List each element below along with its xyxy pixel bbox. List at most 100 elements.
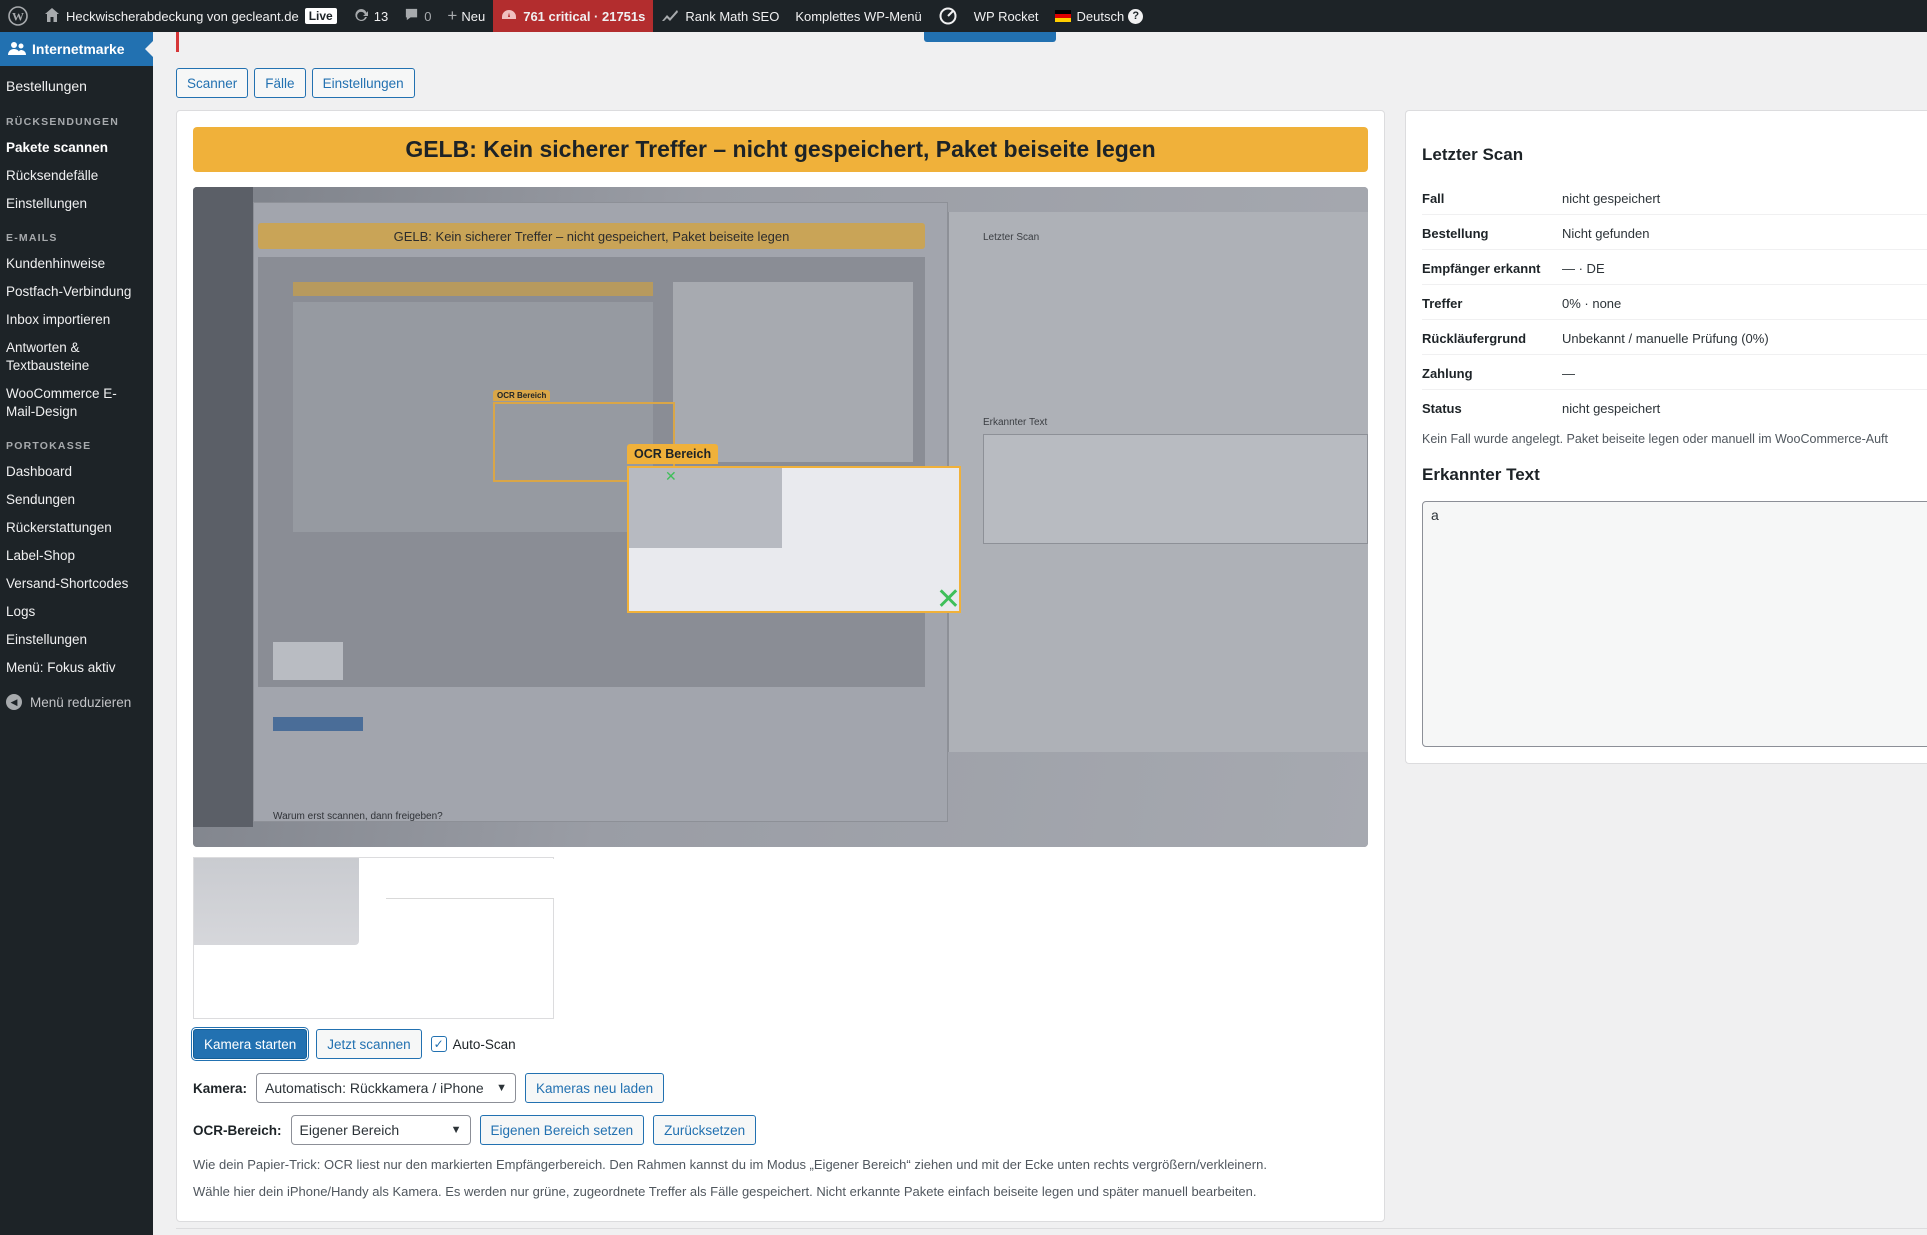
feed-inner-side-reflection [673, 282, 913, 462]
scanner-tabs: Scanner Fälle Einstellungen [176, 68, 415, 98]
collapse-menu-button[interactable]: ◀ Menü reduzieren [0, 686, 153, 718]
last-scan-note: Kein Fall wurde angelegt. Paket beiseite… [1422, 432, 1888, 446]
sidebar-item-ruecksendefaelle[interactable]: Rücksendefälle [0, 162, 153, 190]
performance-icon[interactable] [930, 0, 966, 32]
home-icon [44, 7, 60, 26]
scan-controls: Kamera starten Jetzt scannen ✓ Auto-Scan [193, 1029, 516, 1059]
sidebar-item-pakete-scannen[interactable]: Pakete scannen [0, 134, 153, 162]
tab-einstellungen[interactable]: Einstellungen [311, 68, 415, 98]
site-name-link[interactable]: Heckwischerabdeckung von gecleant.de Liv… [36, 0, 345, 32]
row-divider [1422, 319, 1927, 320]
ocr-area-select[interactable]: Eigener Bereich ▼ [290, 1115, 471, 1145]
feed-small-thumb-reflection [273, 642, 343, 680]
sidebar-item-sendungen[interactable]: Sendungen [0, 486, 153, 514]
wp-rocket-label: WP Rocket [973, 8, 1039, 24]
feed-sidebar-reflection [193, 187, 253, 827]
refresh-icon [353, 7, 369, 26]
sidebar-item-bestellungen[interactable]: Bestellungen [0, 72, 153, 100]
help-icon[interactable]: ? [1128, 8, 1144, 24]
resize-handle-icon[interactable]: ✕ [936, 585, 961, 615]
tab-scanner[interactable]: Scanner [176, 68, 249, 98]
feed-last-scan-reflection: Letzter Scan [983, 232, 1040, 243]
camera-feed[interactable]: GELB: Kein sicherer Treffer – nicht gesp… [193, 187, 1368, 847]
help-text-camera: Wähle hier dein iPhone/Handy als Kamera.… [193, 1184, 1257, 1199]
page-bottom-border [176, 1228, 1927, 1229]
wordpress-logo-icon[interactable]: W [0, 0, 36, 32]
start-camera-button[interactable]: Kamera starten [193, 1029, 308, 1059]
result-key: Rückläufergrund [1422, 331, 1527, 346]
german-flag-icon [1054, 10, 1071, 22]
updates-link[interactable]: 13 [345, 0, 396, 32]
result-key: Fall [1422, 191, 1445, 206]
reset-button[interactable]: Zurücksetzen [653, 1115, 757, 1145]
sidebar-item-kundenhinweise[interactable]: Kundenhinweise [0, 250, 153, 278]
sidebar-item-menu-fokus[interactable]: Menü: Fokus aktiv [0, 654, 153, 682]
row-divider [1422, 249, 1927, 250]
partial-notice-button[interactable] [924, 32, 1056, 42]
ocr-area-label: OCR Bereich [627, 444, 719, 464]
rank-math-label: Rank Math SEO [685, 8, 780, 24]
status-banner: GELB: Kein sicherer Treffer – nicht gesp… [193, 127, 1368, 172]
result-key: Status [1422, 401, 1462, 416]
feed-banner-reflection: GELB: Kein sicherer Treffer – nicht gesp… [258, 223, 925, 249]
comment-icon [404, 7, 419, 25]
reload-cameras-button[interactable]: Kameras neu laden [525, 1073, 665, 1103]
last-scan-title: Letzter Scan [1422, 145, 1524, 164]
feed-ocr-label-echo: OCR Bereich [493, 390, 551, 401]
sidebar-item-versand-shortcodes[interactable]: Versand-Shortcodes [0, 570, 153, 598]
result-value: 0% · none [1562, 296, 1622, 311]
plus-icon: + [447, 6, 458, 25]
sidebar-item-rueckerstattungen[interactable]: Rückerstattungen [0, 514, 153, 542]
result-row-bestellung: Bestellung Nicht gefunden [1422, 226, 1649, 241]
sidebar-heading-portokasse: PORTOKASSE [6, 440, 92, 452]
sidebar-item-dashboard[interactable]: Dashboard [0, 458, 153, 486]
ocr-area-controls: OCR-Bereich: Eigener Bereich ▼ Eigenen B… [193, 1115, 757, 1145]
sidebar-item-einstellungen-returns[interactable]: Einstellungen [0, 190, 153, 218]
collapse-menu-label: Menü reduzieren [30, 694, 132, 710]
sidebar-item-internetmarke[interactable]: Internetmarke [0, 32, 153, 66]
result-value: — · DE [1562, 261, 1605, 276]
ocr-area-select-value: Eigener Bereich [299, 1122, 400, 1138]
ocr-area-label-text: OCR-Bereich: [193, 1122, 282, 1138]
new-label: Neu [461, 8, 486, 24]
critical-status-link[interactable]: 761 critical · 21751s [493, 0, 654, 32]
result-value: nicht gespeichert [1562, 191, 1661, 206]
sidebar-heading-ruecksendungen: RÜCKSENDUNGEN [6, 116, 120, 128]
new-content-link[interactable]: + Neu [439, 0, 493, 32]
snapshot-preview [193, 857, 554, 1019]
sidebar-item-inbox-importieren[interactable]: Inbox importieren [0, 306, 153, 334]
tab-faelle[interactable]: Fälle [254, 68, 306, 98]
sidebar-item-antworten-textbausteine[interactable]: Antworten & Textbausteine [0, 334, 110, 380]
gauge-icon [501, 7, 517, 26]
comments-link[interactable]: 0 [396, 0, 439, 32]
auto-scan-checkbox[interactable]: ✓ [430, 1036, 447, 1052]
svg-text:W: W [12, 10, 24, 24]
ocr-selection-box[interactable]: ✕ ✕ [627, 466, 961, 615]
result-row-fall: Fall nicht gespeichert [1422, 191, 1660, 206]
sidebar-item-postfach-verbindung[interactable]: Postfach-Verbindung [0, 278, 153, 306]
scan-now-button[interactable]: Jetzt scannen [316, 1029, 422, 1059]
feed-controls-reflection [273, 717, 363, 731]
auto-scan-label: Auto-Scan [452, 1036, 516, 1052]
sidebar-item-woocommerce-email-design[interactable]: WooCommerce E-Mail-Design [0, 380, 130, 426]
admin-sidebar: Internetmarke Bestellungen RÜCKSENDUNGEN… [0, 32, 153, 1235]
result-row-empfaenger: Empfänger erkannt — · DE [1422, 261, 1605, 276]
admin-bar: W Heckwischerabdeckung von gecleant.de L… [0, 0, 1927, 32]
comments-count: 0 [424, 8, 432, 24]
rank-math-icon [661, 8, 679, 25]
updates-count: 13 [373, 8, 389, 24]
language-switcher[interactable]: Deutsch ? [1047, 0, 1152, 32]
sidebar-item-einstellungen-porto[interactable]: Einstellungen [0, 626, 153, 654]
sidebar-item-logs[interactable]: Logs [0, 598, 153, 626]
snapshot-crop-image [194, 858, 359, 945]
sidebar-item-label-shop[interactable]: Label-Shop [0, 542, 153, 570]
wp-rocket-link[interactable]: WP Rocket [966, 0, 1047, 32]
sidebar-heading-emails: E-MAILS [6, 232, 58, 244]
camera-controls: Kamera: Automatisch: Rückkamera / iPhone… [193, 1073, 665, 1103]
set-area-button[interactable]: Eigenen Bereich setzen [479, 1115, 645, 1145]
camera-select[interactable]: Automatisch: Rückkamera / iPhone ▼ [256, 1073, 517, 1103]
rank-math-link[interactable]: Rank Math SEO [653, 0, 787, 32]
full-menu-link[interactable]: Komplettes WP-Menü [787, 0, 929, 32]
auto-scan-toggle[interactable]: ✓ Auto-Scan [430, 1036, 516, 1052]
recognized-text-area[interactable]: a [1422, 501, 1927, 747]
